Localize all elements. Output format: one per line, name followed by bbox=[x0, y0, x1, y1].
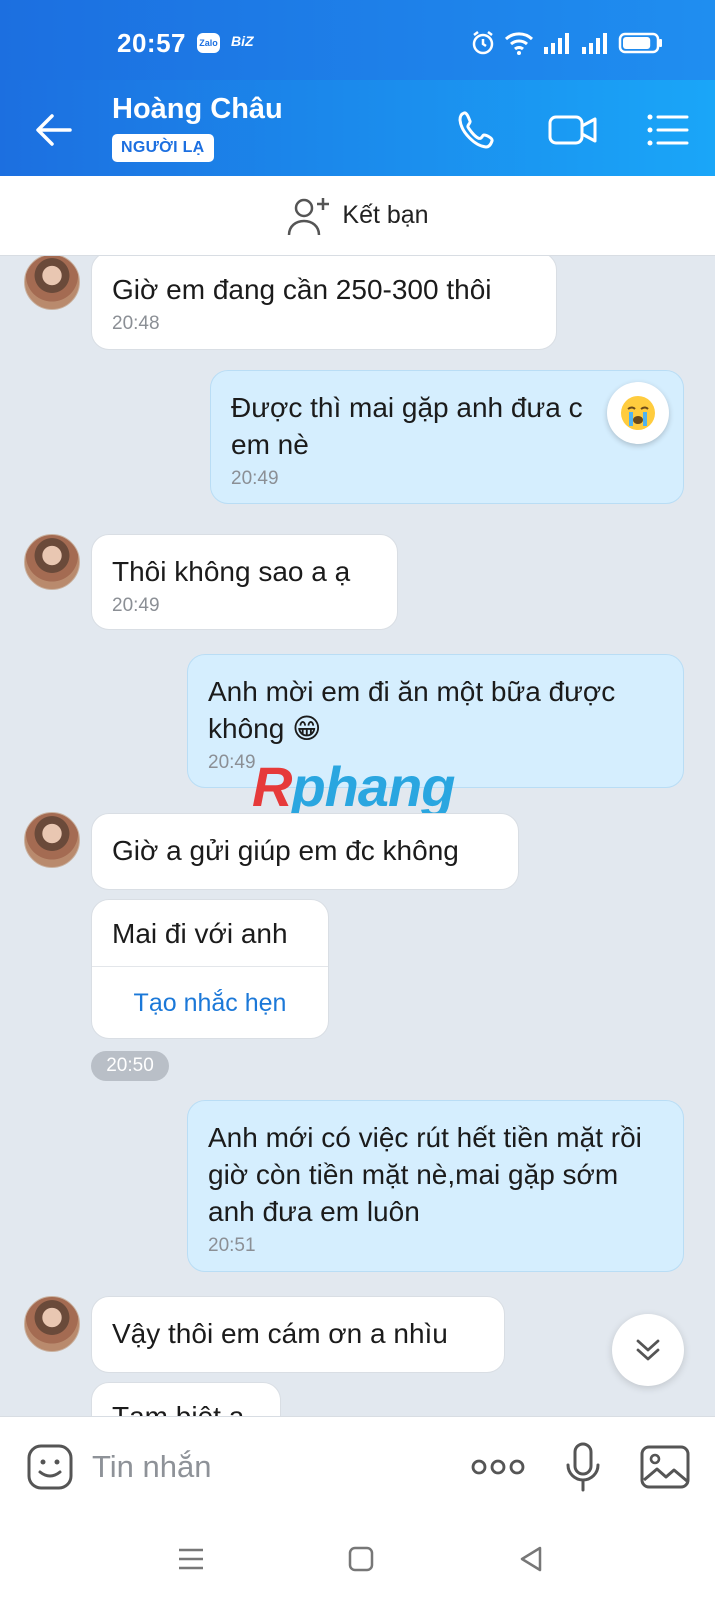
crying-emoji-icon bbox=[621, 396, 655, 430]
contact-avatar[interactable] bbox=[24, 534, 80, 590]
chat-options-button[interactable] bbox=[640, 103, 694, 157]
app-notification-icon: BiZ bbox=[231, 33, 254, 49]
system-navigation-bar bbox=[0, 1516, 715, 1600]
add-friend-icon bbox=[288, 197, 330, 235]
contact-avatar[interactable] bbox=[24, 1296, 80, 1352]
message-bubble-outgoing[interactable]: Được thì mai gặp anh đưa c em nè 20:49 bbox=[210, 370, 684, 504]
recent-apps-button[interactable] bbox=[166, 1534, 216, 1584]
message-bubble-outgoing[interactable]: Anh mới có việc rút hết tiền mặt rồi giờ… bbox=[187, 1100, 684, 1272]
signal-icon-2 bbox=[582, 33, 607, 54]
phone-icon bbox=[458, 111, 494, 149]
back-triangle-icon bbox=[520, 1546, 542, 1572]
message-bubble-incoming[interactable]: Thôi không sao a ạ 20:49 bbox=[91, 534, 398, 630]
home-square-icon bbox=[348, 1546, 374, 1572]
sticker-button[interactable] bbox=[20, 1437, 80, 1497]
message-time: 20:49 bbox=[112, 595, 160, 616]
message-bubble-incoming[interactable]: Vậy thôi em cám ơn a nhìu bbox=[91, 1296, 505, 1373]
message-input-bar bbox=[0, 1416, 715, 1516]
message-text: Anh mới có việc rút hết tiền mặt rồi giờ… bbox=[208, 1122, 642, 1227]
status-time: 20:57 bbox=[117, 28, 186, 58]
back-arrow-icon bbox=[36, 114, 72, 146]
message-text: Mai đi với anh bbox=[92, 900, 328, 967]
status-icons bbox=[470, 28, 664, 58]
message-time: 20:49 bbox=[231, 468, 279, 489]
watermark-logo: Rphang bbox=[252, 755, 455, 818]
message-list[interactable]: Giờ em đang cần 250-300 thôi 20:48 Được … bbox=[0, 256, 715, 1416]
home-button[interactable] bbox=[336, 1534, 386, 1584]
alarm-icon bbox=[472, 31, 494, 55]
more-dots-icon bbox=[471, 1459, 525, 1475]
message-text: Giờ em đang cần 250-300 thôi bbox=[112, 274, 492, 305]
message-input[interactable] bbox=[92, 1445, 432, 1489]
wifi-icon bbox=[504, 32, 534, 55]
message-bubble-incoming[interactable]: Giờ em đang cần 250-300 thôi 20:48 bbox=[91, 256, 557, 350]
double-chevron-down-icon bbox=[636, 1339, 660, 1361]
back-button[interactable] bbox=[30, 106, 78, 154]
send-image-button[interactable] bbox=[635, 1437, 695, 1497]
add-friend-label: Kết bạn bbox=[342, 201, 429, 229]
contact-name[interactable]: Hoàng Châu bbox=[112, 93, 283, 126]
reaction-badge[interactable] bbox=[607, 382, 669, 444]
back-nav-button[interactable] bbox=[506, 1534, 556, 1584]
zalo-notification-icon: Zalo bbox=[197, 33, 220, 53]
stranger-badge: NGƯỜI LẠ bbox=[112, 134, 214, 162]
microphone-icon bbox=[566, 1442, 600, 1492]
image-icon bbox=[640, 1445, 690, 1489]
add-friend-bar[interactable]: Kết bạn bbox=[0, 176, 715, 256]
chat-header: Hoàng Châu NGƯỜI LẠ bbox=[0, 80, 715, 176]
message-time: 20:50 bbox=[91, 1051, 169, 1081]
video-icon bbox=[548, 115, 597, 145]
voice-call-button[interactable] bbox=[450, 103, 504, 157]
message-text: Được thì mai gặp anh đưa c em nè bbox=[231, 392, 583, 460]
message-text: Thôi không sao a ạ bbox=[112, 556, 351, 587]
sticker-icon bbox=[27, 1444, 73, 1490]
status-bar: 20:57 Zalo BiZ bbox=[0, 0, 715, 80]
message-text: Vậy thôi em cám ơn a nhìu bbox=[112, 1318, 448, 1349]
list-menu-icon bbox=[647, 114, 689, 146]
scroll-to-bottom-button[interactable] bbox=[612, 1314, 684, 1386]
menu-icon bbox=[179, 1548, 203, 1570]
voice-message-button[interactable] bbox=[553, 1437, 613, 1497]
contact-avatar[interactable] bbox=[24, 812, 80, 868]
create-reminder-button[interactable]: Tạo nhắc hẹn bbox=[92, 967, 328, 1038]
message-text: Giờ a gửi giúp em đc không bbox=[112, 835, 459, 866]
reminder-message-card[interactable]: Mai đi với anh Tạo nhắc hẹn bbox=[91, 899, 329, 1039]
more-options-button[interactable] bbox=[468, 1437, 528, 1497]
message-bubble-incoming[interactable]: Tạm biệt a bbox=[91, 1382, 281, 1416]
video-call-button[interactable] bbox=[546, 103, 600, 157]
battery-icon bbox=[618, 32, 662, 54]
message-time: 20:51 bbox=[208, 1235, 256, 1256]
message-text: Tạm biệt a bbox=[112, 1401, 244, 1416]
signal-icon-1 bbox=[544, 33, 569, 54]
contact-avatar[interactable] bbox=[24, 256, 80, 310]
message-text: Anh mời em đi ăn một bữa được không 😁 bbox=[208, 676, 616, 744]
message-time: 20:48 bbox=[112, 313, 160, 334]
message-bubble-incoming[interactable]: Giờ a gửi giúp em đc không bbox=[91, 813, 519, 890]
